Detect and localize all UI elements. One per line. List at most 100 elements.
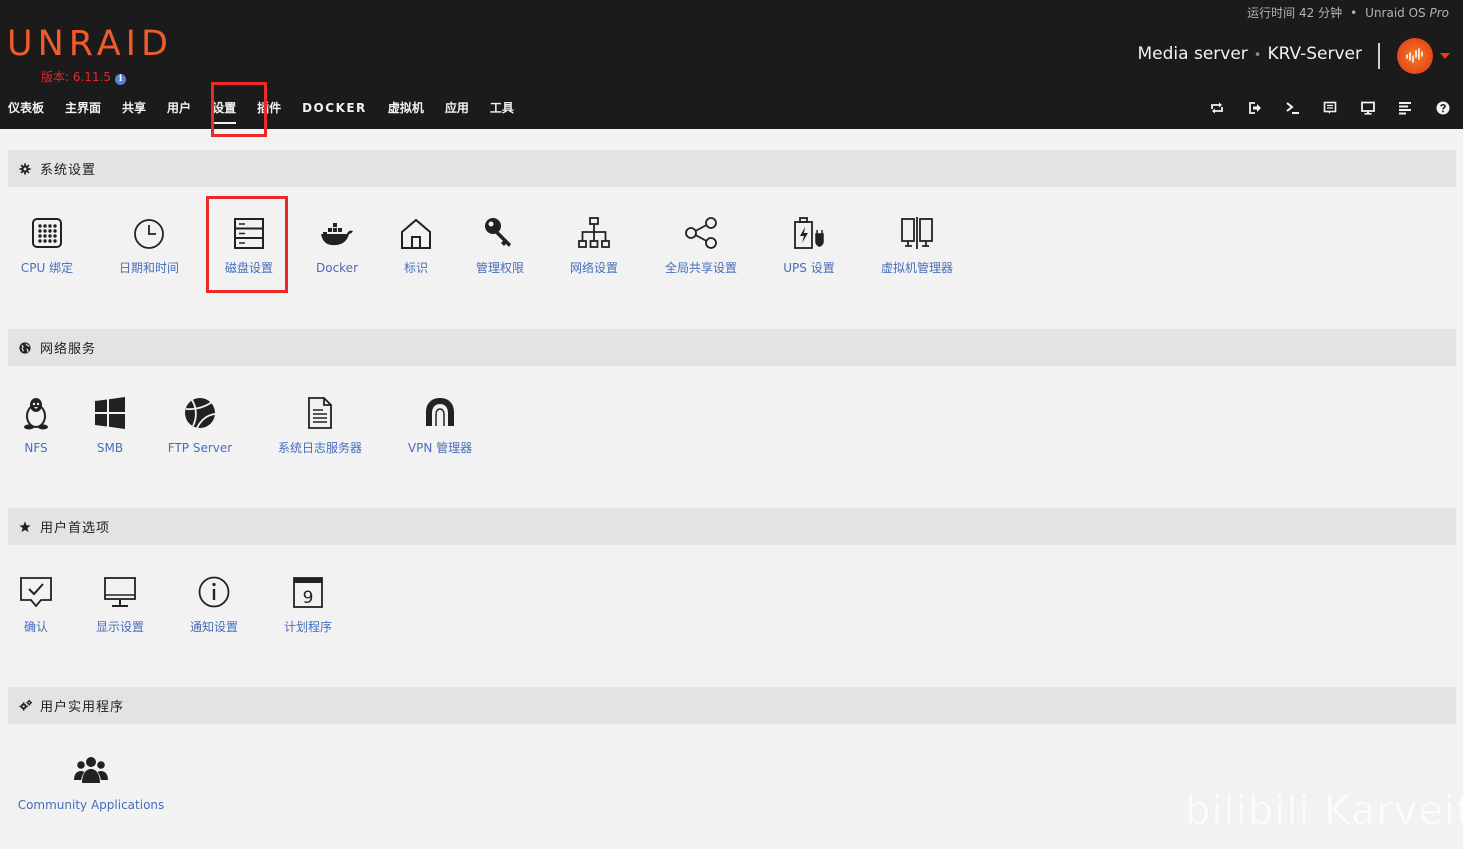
log-icon[interactable] (1397, 100, 1413, 116)
tile-vm-manager[interactable]: 虚拟机管理器 (872, 216, 962, 275)
nav-vms[interactable]: 虚拟机 (388, 98, 424, 120)
tile-smb[interactable]: SMB (90, 396, 130, 455)
logout-icon[interactable] (1247, 100, 1263, 116)
tile-community-applications[interactable]: Community Applications (16, 753, 166, 812)
gears-icon (18, 699, 32, 713)
tile-label: NFS (24, 441, 48, 455)
help-icon[interactable] (1435, 100, 1451, 116)
tile-label: 显示设置 (95, 620, 144, 634)
svg-text:9: 9 (303, 588, 314, 608)
header-divider (1378, 43, 1380, 69)
tile-label: 确认 (23, 620, 48, 634)
highlight-box (211, 82, 267, 137)
tile-confirmations[interactable]: 确认 (16, 575, 56, 634)
comment-check-icon (20, 577, 52, 608)
ups-battery-icon (794, 217, 824, 249)
users-group-icon (74, 757, 108, 783)
tile-label: 标识 (403, 261, 428, 275)
tunnel-icon (426, 398, 454, 426)
section-title: 网络服务 (40, 342, 97, 357)
windows-icon (95, 397, 125, 429)
nav-docker[interactable]: DOCKER (302, 98, 367, 120)
vm-icon (901, 217, 933, 249)
tile-label: 管理权限 (475, 261, 524, 275)
nav-apps[interactable]: 应用 (445, 98, 469, 120)
highlight-box (206, 196, 288, 293)
section-title: 用户实用程序 (40, 700, 125, 715)
tile-notification-settings[interactable]: 通知设置 (184, 575, 244, 634)
monitor-icon[interactable] (1360, 100, 1376, 116)
tile-label: 全局共享设置 (664, 261, 737, 275)
clock-icon (134, 219, 164, 249)
share-icon (685, 217, 717, 249)
network-icon (578, 217, 610, 248)
version-label: 版本: 6.11.5 i (41, 68, 127, 85)
info-icon[interactable]: i (115, 74, 127, 85)
section-user-utilities: 用户实用程序 (8, 687, 1456, 724)
nav-users[interactable]: 用户 (167, 98, 191, 120)
uptime-text: 运行时间 42 分钟 (1247, 6, 1343, 20)
tile-label: 计划程序 (283, 620, 332, 634)
globe-icon (18, 341, 32, 355)
product-name: Unraid OS (1365, 6, 1430, 20)
tile-label: UPS 设置 (783, 261, 835, 275)
server-description: Media server • KRV-Server (1137, 44, 1363, 64)
calendar-icon: 9 (293, 577, 323, 608)
product-edition: Pro (1429, 6, 1449, 20)
display-icon (104, 577, 136, 607)
waveform-icon (1406, 48, 1423, 63)
tile-label: 日期和时间 (118, 261, 179, 275)
star-icon (18, 520, 32, 534)
section-network-services: 网络服务 (8, 329, 1456, 366)
terminal-icon[interactable] (1285, 100, 1301, 116)
nav-tools[interactable]: 工具 (490, 98, 514, 120)
home-icon (401, 218, 431, 249)
refresh-icon[interactable] (1209, 100, 1225, 116)
user-avatar[interactable] (1397, 38, 1433, 74)
tile-identification[interactable]: 标识 (396, 216, 436, 275)
tile-label: 通知设置 (189, 620, 238, 634)
tile-label: VPN 管理器 (407, 441, 473, 455)
key-icon (485, 218, 511, 247)
linux-tux-icon (24, 398, 48, 430)
tile-date-time[interactable]: 日期和时间 (114, 216, 184, 275)
tile-vpn-manager[interactable]: VPN 管理器 (404, 396, 476, 455)
tile-cpu-pinning[interactable]: CPU 绑定 (14, 216, 80, 275)
tile-scheduler[interactable]: 9 计划程序 (278, 575, 338, 634)
tile-syslog-server[interactable]: 系统日志服务器 (271, 396, 369, 455)
tile-label: SMB (96, 441, 124, 455)
nav-shares[interactable]: 共享 (122, 98, 146, 120)
top-header: 运行时间 42 分钟 • Unraid OS Pro UNRAID 版本: 6.11… (0, 0, 1463, 137)
docker-icon (321, 223, 353, 246)
tile-label: 虚拟机管理器 (880, 261, 953, 275)
tile-label: 网络设置 (569, 261, 618, 275)
unraid-logo[interactable]: UNRAID (7, 22, 173, 66)
section-title: 系统设置 (40, 163, 97, 178)
tile-global-share-settings[interactable]: 全局共享设置 (658, 216, 744, 275)
section-title: 用户首选项 (40, 521, 111, 536)
chevron-down-icon[interactable] (1440, 53, 1450, 59)
watermark: bilibili Karveit (1185, 788, 1463, 834)
feedback-icon[interactable] (1322, 100, 1338, 116)
main-nav: 仪表板 主界面 共享 用户 设置 插件 DOCKER 虚拟机 应用 工具 (0, 98, 535, 124)
cpu-icon (32, 218, 62, 248)
section-user-preferences: 用户首选项 (8, 508, 1456, 545)
nav-dashboard[interactable]: 仪表板 (8, 98, 44, 120)
tile-label: Community Applications (17, 798, 165, 812)
tile-network-settings[interactable]: 网络设置 (564, 216, 624, 275)
tile-display-settings[interactable]: 显示设置 (90, 575, 150, 634)
server-name: KRV-Server (1267, 44, 1362, 64)
uptime-line: 运行时间 42 分钟 • Unraid OS Pro (1247, 6, 1449, 20)
gear-icon (18, 162, 32, 176)
tile-management-access[interactable]: 管理权限 (470, 216, 530, 275)
nav-icon-bar (1188, 100, 1451, 116)
tile-ftp-server[interactable]: FTP Server (163, 396, 237, 455)
tile-label: 系统日志服务器 (277, 441, 362, 455)
tile-ups-settings[interactable]: UPS 设置 (779, 216, 839, 275)
tile-nfs[interactable]: NFS (16, 396, 56, 455)
server-description-text: Media server (1137, 44, 1248, 64)
nav-main[interactable]: 主界面 (65, 98, 101, 120)
tile-docker[interactable]: Docker (312, 216, 362, 275)
tile-label: Docker (315, 261, 359, 275)
document-icon (308, 397, 332, 429)
